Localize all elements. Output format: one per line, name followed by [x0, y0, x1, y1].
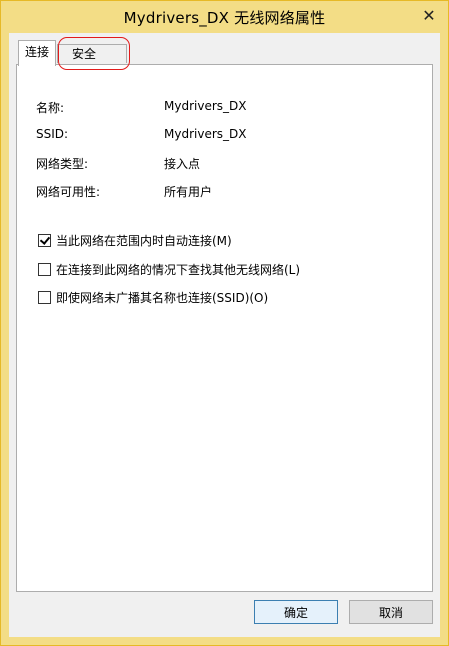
availability-label: 网络可用性: [36, 185, 101, 199]
window-title: Mydrivers_DX 无线网络属性 [123, 8, 326, 27]
ssid-label: SSID: [36, 127, 69, 141]
auto-connect-label[interactable]: 当此网络在范围内时自动连接(M) [56, 232, 232, 249]
ok-button[interactable]: 确定 [254, 600, 338, 624]
auto-connect-checkbox[interactable] [38, 234, 51, 247]
cancel-button[interactable]: 取消 [349, 600, 433, 624]
name-value: Mydrivers_DX [164, 99, 247, 113]
hidden-ssid-checkbox[interactable] [38, 291, 51, 304]
network-type-value: 接入点 [164, 157, 201, 171]
availability-value: 所有用户 [164, 185, 213, 199]
hidden-ssid-option[interactable]: 即使网络未广播其名称也连接(SSID)(O) [38, 289, 268, 306]
properties-dialog: Mydrivers_DX 无线网络属性 ✕ 连接 安全 名称: Mydriver… [0, 0, 449, 646]
auto-connect-option[interactable]: 当此网络在范围内时自动连接(M) [38, 232, 232, 249]
ssid-value: Mydrivers_DX [164, 127, 247, 141]
look-for-other-label[interactable]: 在连接到此网络的情况下查找其他无线网络(L) [56, 261, 300, 278]
title-bar[interactable]: Mydrivers_DX 无线网络属性 ✕ [1, 1, 448, 33]
tab-panel: 名称: Mydrivers_DX SSID: Mydrivers_DX 网络类型… [16, 64, 433, 592]
look-for-other-option[interactable]: 在连接到此网络的情况下查找其他无线网络(L) [38, 261, 300, 278]
hidden-ssid-label[interactable]: 即使网络未广播其名称也连接(SSID)(O) [56, 289, 268, 306]
close-icon[interactable]: ✕ [418, 5, 440, 25]
tab-connect[interactable]: 连接 [18, 40, 56, 66]
network-type-label: 网络类型: [36, 157, 89, 171]
tab-security[interactable]: 安全 [57, 44, 127, 63]
dialog-client-area: 连接 安全 名称: Mydrivers_DX SSID: Mydrivers_D… [9, 33, 440, 637]
look-for-other-checkbox[interactable] [38, 263, 51, 276]
name-label: 名称: [36, 101, 65, 115]
